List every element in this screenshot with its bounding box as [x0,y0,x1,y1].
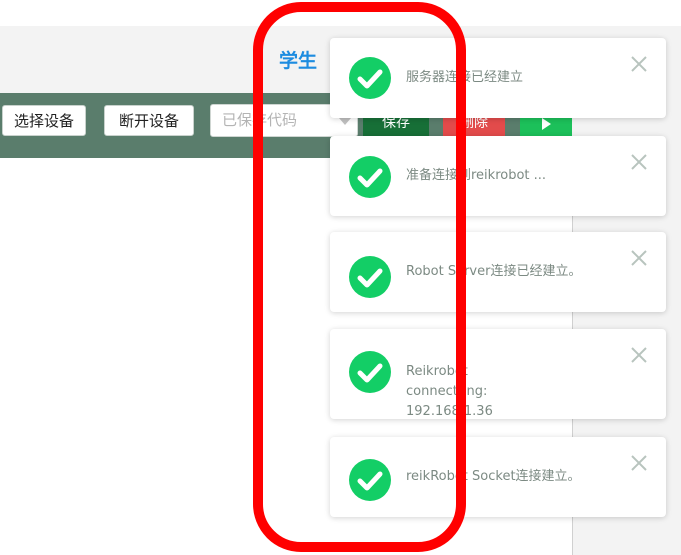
notification-message: Robot Server连接已经建立。 [406,264,582,279]
notification-card: Reikrobot connectting: 192.168.1.36 [330,329,666,419]
close-icon[interactable] [630,249,648,267]
notification-message: Reikrobot connectting: 192.168.1.36 [406,364,493,419]
check-circle-icon [349,156,391,198]
check-circle-icon [349,256,391,298]
close-icon[interactable] [630,346,648,364]
check-circle-icon [349,57,391,99]
notification-card: 服务器连接已经建立 [330,38,666,118]
notification-message: reikRobot Socket连接建立。 [406,469,581,484]
chevron-down-icon [339,118,351,125]
close-icon[interactable] [630,153,648,171]
close-icon[interactable] [630,454,648,472]
notification-card: reikRobot Socket连接建立。 [330,437,666,517]
play-icon [542,117,551,130]
notification-message: 服务器连接已经建立 [406,70,524,85]
saved-code-placeholder: 已保存代码 [222,111,298,129]
page-title: 学生 [279,50,318,72]
notification-message: 准备连接到reikrobot ... [406,168,547,183]
notification-card: Robot Server连接已经建立。 [330,232,666,312]
disconnect-device-button[interactable]: 断开设备 [104,105,194,136]
select-device-button[interactable]: 选择设备 [2,105,86,136]
notification-card: 准备连接到reikrobot ... [330,136,666,216]
check-circle-icon [349,459,391,501]
top-strip [0,0,681,26]
check-circle-icon [349,351,391,393]
close-icon[interactable] [630,55,648,73]
